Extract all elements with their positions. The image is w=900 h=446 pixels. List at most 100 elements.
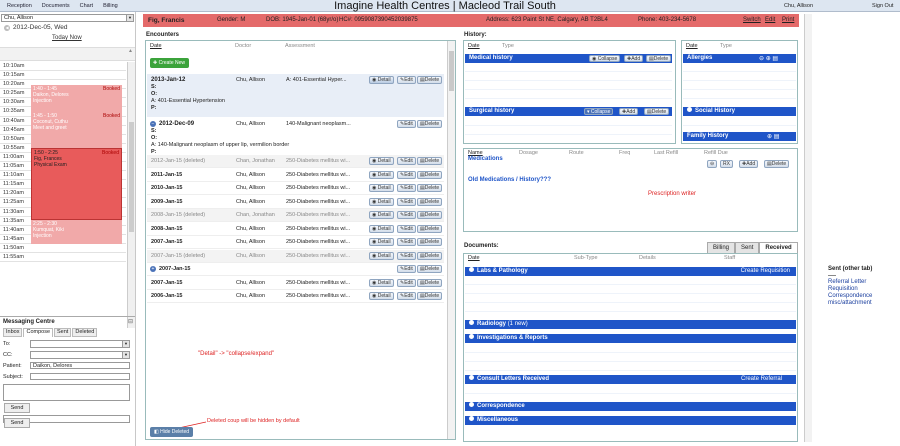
- menu-billing[interactable]: Billing: [98, 0, 123, 12]
- encounter-expanded-1[interactable]: − 2012-Dec-09 Chu, Allison 140-Malignant…: [147, 118, 444, 155]
- tab-sent[interactable]: Sent: [54, 328, 72, 337]
- doc-col-subtype[interactable]: Sub-Type: [574, 255, 598, 261]
- tab-compose[interactable]: Compose: [23, 328, 54, 337]
- detail-button[interactable]: ◉ Detail: [369, 157, 394, 165]
- med-collapse-button[interactable]: ⊖: [707, 160, 718, 168]
- med-col-route[interactable]: Route: [569, 150, 584, 156]
- allergy-actions-icon[interactable]: ⊖ ⊕ ▤: [759, 55, 778, 62]
- family-actions-icon[interactable]: ⊕ ▤: [767, 133, 779, 140]
- edit-button[interactable]: ✎Edit: [397, 197, 416, 206]
- create-requisition-link[interactable]: Create Requisition: [741, 267, 790, 276]
- appointment-2[interactable]: 1:50 - 2:25 Fig, Frances Physical Exam B…: [31, 148, 122, 220]
- detail-button[interactable]: ◉ Detail: [369, 211, 394, 219]
- miscellaneous-header[interactable]: Miscellaneous: [465, 416, 796, 425]
- message-body[interactable]: [3, 384, 130, 401]
- prev-day-icon[interactable]: ◀: [4, 25, 10, 31]
- menu-chart[interactable]: Chart: [75, 0, 98, 12]
- schedule-scrollbar[interactable]: [127, 62, 135, 328]
- detail-button[interactable]: ◉ Detail: [369, 224, 394, 233]
- collapse-button-2[interactable]: ▾ Collapse: [584, 108, 614, 115]
- delete-button[interactable]: ▤Delete: [417, 184, 443, 192]
- delete-button[interactable]: ▤Delete: [417, 292, 443, 300]
- detail-button[interactable]: ◉ Detail: [369, 238, 394, 246]
- encounters-scrollbar[interactable]: [447, 41, 455, 439]
- edit-button[interactable]: ✎Edit: [397, 211, 416, 219]
- old-medications-link[interactable]: Old Medications / History???: [468, 177, 551, 183]
- subject-field[interactable]: [30, 373, 130, 380]
- doc-col-date[interactable]: Date: [468, 255, 480, 261]
- add-button[interactable]: ✚Add: [624, 55, 644, 62]
- allergies-col-type[interactable]: Type: [720, 43, 732, 49]
- edit-button[interactable]: ✎Edit: [397, 157, 416, 165]
- delete-button[interactable]: ▤Delete: [417, 211, 443, 219]
- med-col-refill-due[interactable]: Refill Due: [704, 150, 728, 156]
- create-referral-link[interactable]: Create Referral: [741, 375, 782, 384]
- encounter-row[interactable]: 2010-Jan-15 Chu, Allison 250-Diabetes mell…: [147, 182, 444, 195]
- encounter-expanded-0[interactable]: 2013-Jan-12 Chu, Allison A: 401-Essentia…: [147, 74, 444, 117]
- appointment-1[interactable]: 1:45 - 1:50 Coconut, Cuthu Meet and gree…: [31, 112, 122, 148]
- consult-letters-header[interactable]: Consult Letters Received Create Referral: [465, 375, 796, 384]
- edit-button[interactable]: ✎Edit: [397, 224, 416, 233]
- cc-select[interactable]: ▼: [30, 351, 130, 359]
- menu-reception[interactable]: Reception: [2, 0, 37, 12]
- med-col-dosage[interactable]: Dosage: [519, 150, 538, 156]
- delete-button[interactable]: ▤Delete: [417, 76, 443, 84]
- edit-button[interactable]: ✎Edit: [397, 265, 416, 273]
- encounter-row[interactable]: 2008-Jan-15 Chu, Allison 250-Diabetes mell…: [147, 223, 444, 236]
- doc-col-staff[interactable]: Staff: [724, 255, 735, 261]
- radiology-header[interactable]: Radiology (1 new): [465, 320, 796, 329]
- history-col-type[interactable]: Type: [502, 43, 514, 49]
- delete-button[interactable]: ▤Delete: [417, 251, 443, 260]
- encounter-row[interactable]: 2009-Jan-15 Chu, Allison 250-Diabetes mell…: [147, 196, 444, 209]
- detail-button[interactable]: ◉ Detail: [369, 251, 394, 260]
- to-select[interactable]: ▼: [30, 340, 130, 348]
- menu-documents[interactable]: Documents: [37, 0, 75, 12]
- delete-button[interactable]: ▤Delete: [417, 157, 443, 165]
- history-col-date[interactable]: Date: [468, 43, 480, 49]
- edit-button[interactable]: ✎Edit: [397, 170, 416, 179]
- today-now-link[interactable]: Today Now: [52, 35, 82, 41]
- edit-button[interactable]: ✎Edit: [397, 238, 416, 246]
- doc-col-details[interactable]: Details: [639, 255, 656, 261]
- delete-button[interactable]: ▤Delete: [417, 265, 443, 273]
- scrollbar-thumb[interactable]: [449, 51, 454, 91]
- investigations-header[interactable]: Investigations & Reports: [465, 334, 796, 343]
- delete-button[interactable]: ▤Delete: [417, 120, 443, 128]
- time-slot[interactable]: 10:15am: [0, 71, 126, 81]
- time-slot[interactable]: 11:50am: [0, 244, 126, 253]
- detail-button[interactable]: ◉ Detail: [369, 184, 394, 192]
- requisition-link[interactable]: Requisition: [828, 286, 858, 292]
- delete-button[interactable]: ▤Delete: [417, 224, 443, 233]
- detail-button[interactable]: ◉ Detail: [369, 278, 394, 287]
- edit-button[interactable]: ✎Edit: [397, 184, 416, 192]
- social-history-header[interactable]: Social History: [683, 107, 796, 116]
- tab-deleted[interactable]: Deleted: [72, 328, 98, 337]
- scrollbar-thumb[interactable]: [129, 122, 134, 232]
- encounter-row[interactable]: 2006-Jan-15 Chu, Allison 250-Diabetes mell…: [147, 290, 444, 303]
- tab-billing[interactable]: Billing: [707, 242, 736, 253]
- referral-letter-link[interactable]: Referral Letter: [828, 279, 866, 285]
- expand-icon[interactable]: +: [150, 266, 156, 272]
- print-link[interactable]: Print: [782, 14, 794, 27]
- correspondence-header[interactable]: Correspondence: [465, 402, 796, 411]
- add-button-2[interactable]: ✚Add: [619, 108, 639, 115]
- med-col-last-refill[interactable]: Last Refill: [654, 150, 678, 156]
- edit-button[interactable]: ✎Edit: [397, 251, 416, 260]
- appointment-0[interactable]: 1:40 - 1:45 Daikon, Delores Injection Bo…: [31, 85, 122, 112]
- provider-select[interactable]: Chu, Allison ▼: [1, 14, 134, 22]
- edit-button[interactable]: ✎Edit: [397, 292, 416, 300]
- collapse-button[interactable]: ◉ Collapse: [589, 55, 621, 62]
- med-delete-button[interactable]: ▤Delete: [764, 160, 790, 168]
- encounter-row[interactable]: 2012-Jan-15 (deleted) Chan, Jonathan 250-D…: [147, 155, 444, 168]
- detail-button[interactable]: ◉ Detail: [369, 76, 394, 84]
- encounter-row[interactable]: 2007-Jan-15 (deleted) Chu, Allison 250-Dia…: [147, 249, 444, 263]
- tab-sent[interactable]: Sent: [735, 242, 760, 253]
- switch-link[interactable]: Switch: [743, 14, 761, 27]
- time-slot[interactable]: 11:55am: [0, 253, 126, 263]
- col-assessment[interactable]: Assessment: [285, 43, 315, 49]
- med-col-freq[interactable]: Freq: [619, 150, 630, 156]
- collapse-icon[interactable]: ⊟: [128, 318, 133, 325]
- encounter-row[interactable]: 2007-Jan-15 Chu, Allison 250-Diabetes mell…: [147, 236, 444, 249]
- rx-button[interactable]: RX: [720, 160, 733, 168]
- encounter-row[interactable]: 2011-Jan-15 Chu, Allison 250-Diabetes mell…: [147, 169, 444, 182]
